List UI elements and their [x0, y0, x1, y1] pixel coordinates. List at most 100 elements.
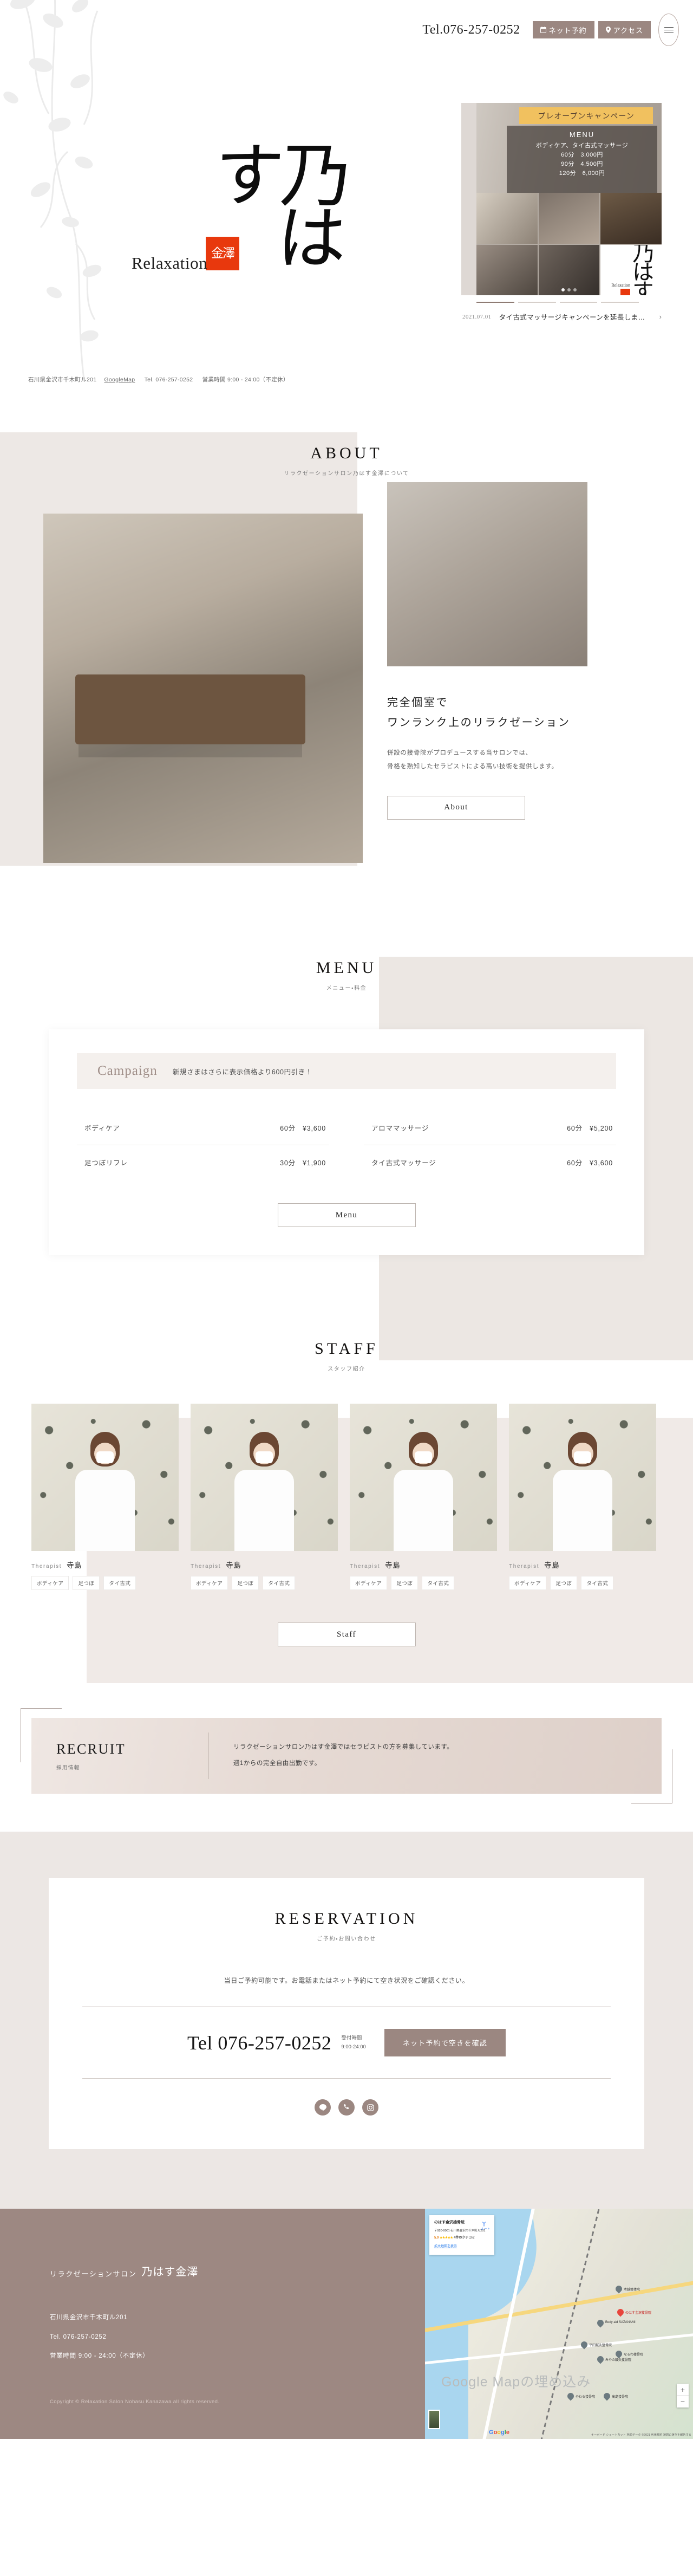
- map-streetview-thumbnail[interactable]: [428, 2410, 440, 2429]
- map-route-button[interactable]: ルート: [481, 2221, 490, 2232]
- reservation-online-button[interactable]: ネット予約で空きを確認: [384, 2029, 506, 2056]
- phone-icon[interactable]: [338, 2099, 355, 2116]
- news-banner: プレオープンキャンペーン: [519, 107, 653, 124]
- header-access-button[interactable]: アクセス: [598, 21, 651, 38]
- staff-grid: Therapist 寺島 ボディケア 足つぼ タイ古式 Therapist 寺島…: [0, 1404, 693, 1590]
- menu-row: アロママッサージ 60分 ¥5,200: [364, 1111, 616, 1145]
- news-list-item[interactable]: 2021.07.01 タイ古式マッサージキャンペーンを延長しま… ›: [461, 312, 662, 322]
- about-text-block: 完全個室で ワンランク上のリラクゼーション 併設の接骨院がプロデュースする当サロ…: [387, 692, 596, 820]
- map-pin[interactable]: 平田鍼灸整骨院: [579, 2340, 612, 2350]
- staff-role: Therapist: [31, 1563, 62, 1569]
- hero-section: 乃はす 金澤 Relaxation プレオープンキャンペーン MENU ボディケ…: [0, 0, 693, 412]
- menu-item-price: ¥3,600: [589, 1159, 613, 1167]
- news-grid-cell: [476, 193, 538, 244]
- map-pin[interactable]: 木越整体院: [614, 2284, 640, 2294]
- map-expand-link[interactable]: 拡大地図を表示: [434, 2244, 489, 2249]
- carousel-progress-bars[interactable]: [476, 302, 639, 303]
- staff-title-jp: スタッフ紹介: [328, 1366, 365, 1372]
- footer-google-map[interactable]: のはす金沢接骨院 ルート 〒920-0001 石川県金沢市千木町ル201 5.0…: [425, 2209, 693, 2439]
- news-grid-cell: [538, 193, 600, 244]
- carousel-dot-3[interactable]: [573, 288, 577, 291]
- map-zoom-in-button[interactable]: +: [677, 2384, 689, 2396]
- hamburger-menu-button[interactable]: [658, 14, 679, 46]
- map-rating-stars: ★★★★★: [440, 2236, 453, 2240]
- news-campaign-card[interactable]: プレオープンキャンペーン MENU ボディケア、タイ古式マッサージ 60分 3,…: [461, 103, 662, 322]
- progress-bar-3[interactable]: [559, 302, 598, 303]
- menu-title-jp: メニュー・料金: [326, 985, 367, 991]
- header-telephone[interactable]: Tel.076-257-0252: [422, 23, 520, 37]
- staff-tag: ボディケア: [191, 1576, 228, 1590]
- instagram-icon[interactable]: [362, 2099, 378, 2116]
- map-zoom-out-button[interactable]: −: [677, 2396, 689, 2408]
- header-reserve-label: ネット予約: [548, 26, 587, 35]
- staff-tag: タイ古式: [581, 1576, 614, 1590]
- map-pin[interactable]: 高島接骨院: [602, 2391, 628, 2402]
- map-pin[interactable]: みやの鍼灸接骨院: [596, 2354, 631, 2365]
- staff-role: Therapist: [191, 1563, 221, 1569]
- hero-tel[interactable]: Tel. 076-257-0252: [145, 377, 193, 383]
- staff-card[interactable]: Therapist 寺島 ボディケア 足つぼ タイ古式: [191, 1404, 338, 1590]
- header-reserve-button[interactable]: ネット予約: [532, 21, 594, 38]
- about-section: ABOUT リラクゼーションサロン乃はす金澤について 完全個室で ワンランク上の…: [0, 412, 693, 925]
- menu-section: MENU メニュー・料金 Campaign 新規さまはさらに表示価格より600円…: [0, 925, 693, 1360]
- menu-row: タイ古式マッサージ 60分 ¥3,600: [364, 1145, 616, 1179]
- carousel-dots[interactable]: [561, 288, 577, 291]
- staff-role: Therapist: [509, 1563, 540, 1569]
- calendar-icon: [540, 27, 546, 33]
- menu-item-name: アロママッサージ: [371, 1125, 429, 1132]
- staff-heading: STAFF スタッフ紹介: [0, 1340, 693, 1372]
- reservation-telephone[interactable]: Tel 076-257-0252: [187, 2032, 331, 2054]
- news-mini-calligraphy: 乃はす: [628, 244, 653, 296]
- map-pin[interactable]: やわら接骨院: [566, 2391, 595, 2402]
- progress-bar-1[interactable]: [476, 302, 514, 303]
- map-place-card[interactable]: のはす金沢接骨院 ルート 〒920-0001 石川県金沢市千木町ル201 5.0…: [429, 2215, 494, 2255]
- news-photo-grid: Relaxation 乃はす: [476, 193, 662, 295]
- line-icon[interactable]: [315, 2099, 331, 2116]
- map-pin-label: みやの鍼灸接骨院: [605, 2359, 632, 2362]
- news-photo: プレオープンキャンペーン MENU ボディケア、タイ古式マッサージ 60分 3,…: [476, 103, 662, 295]
- staff-card[interactable]: Therapist 寺島 ボディケア 足つぼ タイ古式: [509, 1404, 656, 1590]
- map-zoom-controls[interactable]: + −: [677, 2384, 689, 2408]
- hero-address: 石川県金沢市千木町ル201: [28, 377, 97, 383]
- staff-photo: [509, 1404, 656, 1551]
- staff-tag: 足つぼ: [73, 1576, 100, 1590]
- map-pin-primary[interactable]: のはす金沢接骨院: [616, 2307, 651, 2318]
- news-mini-relaxation: Relaxation: [611, 282, 630, 288]
- staff-photo: [191, 1404, 338, 1551]
- carousel-dot-2[interactable]: [567, 288, 571, 291]
- staff-figure-mask: [574, 1451, 591, 1463]
- recruit-banner[interactable]: RECRUIT 採用情報 リラクゼーションサロン乃はす金澤ではセラピストの方を募…: [31, 1718, 662, 1794]
- about-heading-line1: 完全個室で: [387, 696, 448, 709]
- reservation-heading: RESERVATION ご予約・お問い合わせ: [82, 1910, 611, 1942]
- staff-tag: ボディケア: [31, 1576, 69, 1590]
- progress-bar-4[interactable]: [601, 302, 639, 303]
- progress-bar-2[interactable]: [518, 302, 556, 303]
- page-root: Tel.076-257-0252 ネット予約 アクセス 乃はす 金澤 Relax…: [0, 0, 693, 2439]
- menu-button[interactable]: Menu: [277, 1203, 416, 1227]
- staff-role: Therapist: [350, 1563, 381, 1569]
- hero-googlemap-link[interactable]: GoogleMap: [104, 377, 135, 383]
- about-button[interactable]: About: [387, 795, 525, 820]
- about-heading-line2: ワンランク上のリラクゼーション: [387, 716, 571, 729]
- logo-seal-kanazawa: 金澤: [206, 237, 239, 270]
- menu-heading: MENU メニュー・料金: [0, 959, 693, 991]
- site-logo[interactable]: 乃はす 金澤 Relaxation: [116, 138, 352, 301]
- footer-tel[interactable]: Tel. 076-257-0252: [50, 2328, 425, 2347]
- staff-button[interactable]: Staff: [277, 1623, 416, 1646]
- menu-item-name: 足つぼリフレ: [84, 1159, 128, 1167]
- google-logo: Google: [489, 2429, 509, 2436]
- map-pin[interactable]: Body aid SAZANAMI: [596, 2318, 636, 2328]
- news-photo-top: プレオープンキャンペーン MENU ボディケア、タイ古式マッサージ 60分 3,…: [476, 103, 662, 193]
- staff-figure-mask: [256, 1451, 273, 1463]
- menu-row: ボディケア 60分 ¥3,600: [77, 1111, 329, 1145]
- map-rating-row: 5.0 ★★★★★ 4件のクチコミ: [434, 2236, 489, 2241]
- staff-card[interactable]: Therapist 寺島 ボディケア 足つぼ タイ古式: [31, 1404, 179, 1590]
- site-footer: リラクゼーションサロン 乃はす金澤 石川県金沢市千木町ル201 Tel. 076…: [0, 2209, 693, 2439]
- news-grid-cell: [600, 193, 662, 244]
- footer-brand-name: 乃はす金澤: [141, 2265, 199, 2278]
- about-title-jp: リラクゼーションサロン乃はす金澤について: [284, 471, 409, 477]
- staff-figure-body: [553, 1470, 612, 1551]
- staff-card[interactable]: Therapist 寺島 ボディケア 足つぼ タイ古式: [350, 1404, 497, 1590]
- news-price-2: 90分 4,500円: [561, 161, 603, 168]
- carousel-dot-1[interactable]: [561, 288, 565, 291]
